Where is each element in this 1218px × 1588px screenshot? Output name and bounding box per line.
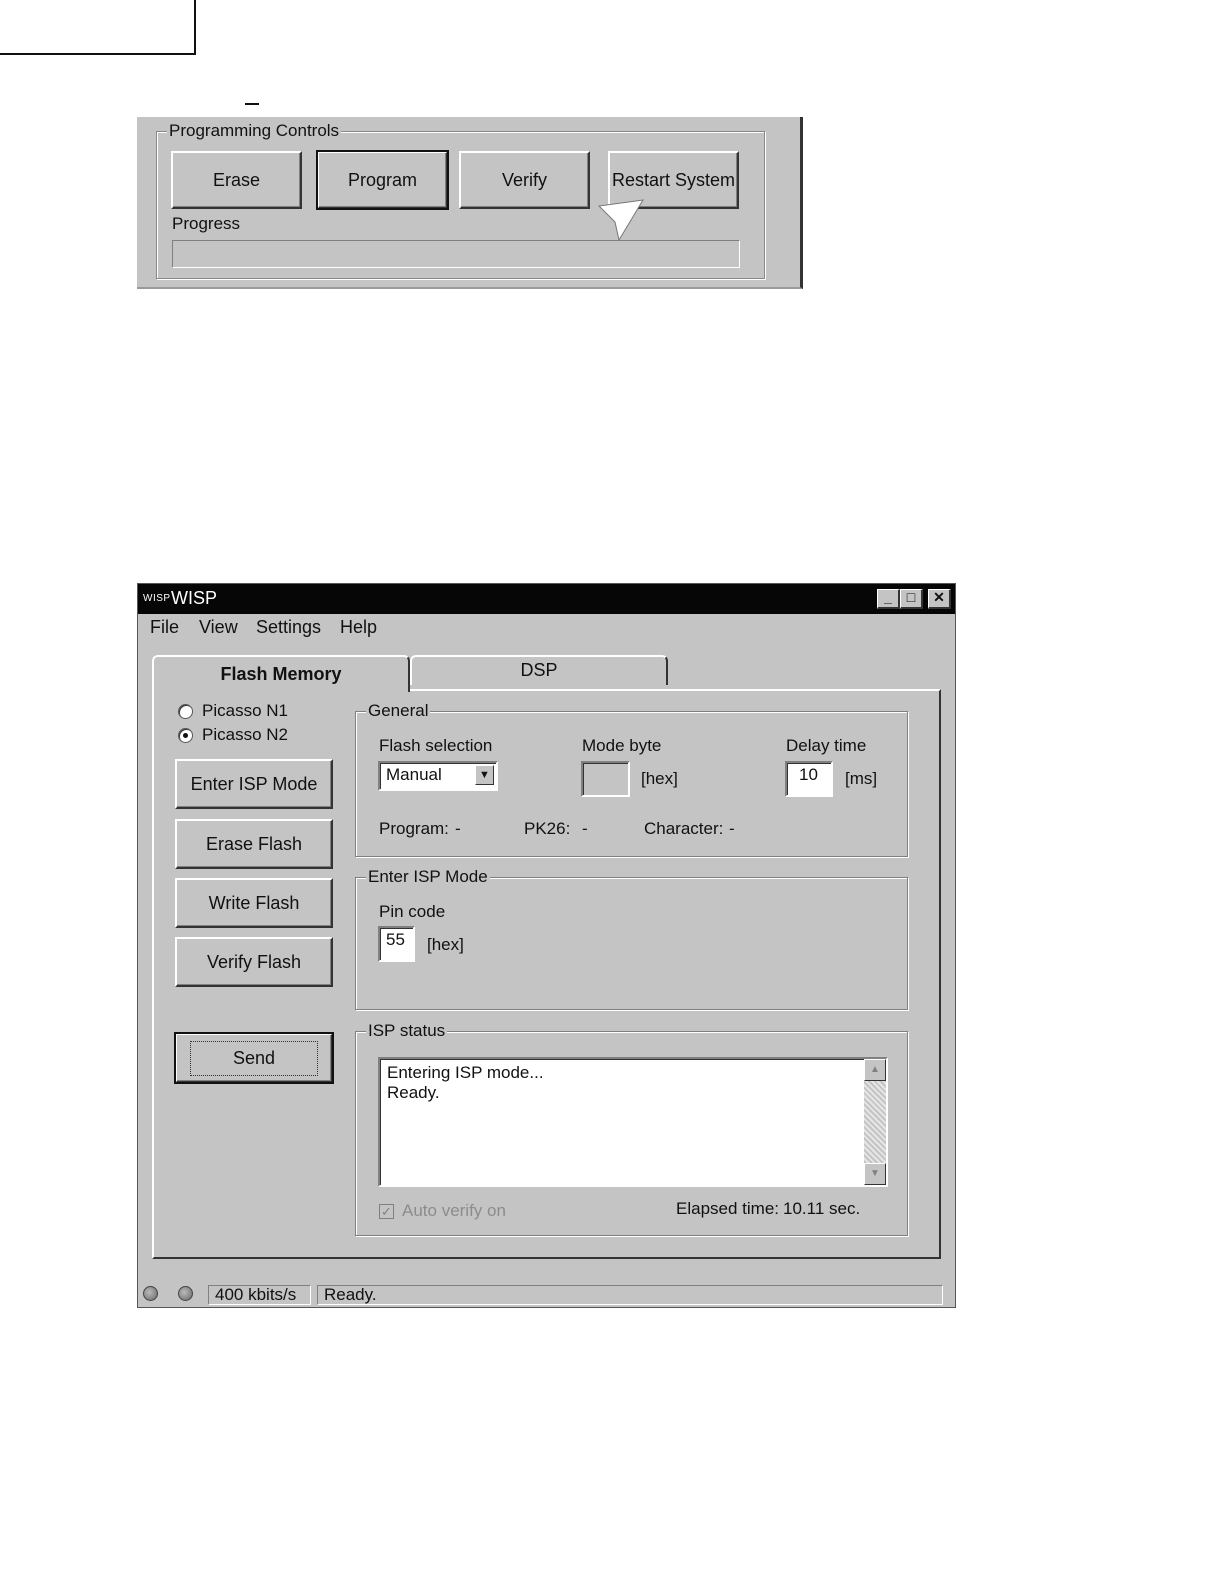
general-label: General	[366, 701, 431, 721]
status-speed: 400 kbits/s	[208, 1285, 311, 1305]
write-flash-button[interactable]: Write Flash	[175, 878, 333, 928]
isp-status-label: ISP status	[366, 1021, 448, 1041]
pk26-value: -	[582, 819, 588, 838]
erase-flash-button[interactable]: Erase Flash	[175, 819, 333, 869]
send-button-label: Send	[189, 1040, 319, 1076]
mode-byte-unit: [hex]	[641, 769, 678, 788]
pin-code-unit: [hex]	[427, 935, 464, 954]
radio-picasso-n2[interactable]: Picasso N2	[178, 725, 288, 745]
mode-byte-label: Mode byte	[582, 736, 662, 755]
menu-bar: File View Settings Help	[138, 614, 955, 642]
close-icon[interactable]: ✕	[928, 589, 951, 609]
delay-time-field[interactable]: 10	[785, 761, 833, 797]
program-button[interactable]: Program	[316, 150, 449, 210]
pin-code-label: Pin code	[379, 902, 446, 921]
progress-bar	[172, 240, 740, 268]
auto-verify-checkbox[interactable]: ✓ Auto verify on	[379, 1201, 506, 1221]
radio-label: Picasso N2	[202, 725, 288, 744]
flash-selection-value: Manual	[386, 765, 442, 784]
checkmark-icon: ✓	[379, 1203, 394, 1219]
log-line: Ready.	[387, 1083, 440, 1102]
delay-time-label: Delay time	[786, 736, 867, 755]
log-scrollbar[interactable]: ▲ ▼	[864, 1059, 886, 1185]
delay-time-unit: [ms]	[845, 769, 878, 788]
menu-settings[interactable]: Settings	[256, 617, 321, 638]
activity-led-icon	[178, 1286, 193, 1301]
elapsed-time-value: 10.11 sec.	[783, 1199, 861, 1218]
menu-view[interactable]: View	[199, 617, 238, 638]
enter-isp-mode-label: Enter ISP Mode	[366, 867, 490, 887]
mode-byte-field[interactable]	[581, 761, 630, 797]
app-logo-icon: WISP	[143, 593, 171, 604]
flash-selection-label: Flash selection	[379, 736, 493, 755]
radio-picasso-n1[interactable]: Picasso N1	[178, 701, 288, 721]
radio-indicator	[178, 703, 193, 719]
menu-file[interactable]: File	[150, 617, 179, 638]
page-mark	[245, 103, 259, 105]
scroll-down-icon[interactable]: ▼	[864, 1163, 886, 1185]
programming-controls-label: Programming Controls	[167, 121, 342, 141]
mouse-cursor-icon	[597, 199, 644, 242]
minimize-icon[interactable]: _	[877, 589, 900, 609]
chevron-down-icon[interactable]: ▼	[475, 765, 494, 785]
radio-label: Picasso N1	[202, 701, 288, 720]
progress-label: Progress	[172, 214, 241, 233]
erase-button[interactable]: Erase	[171, 151, 302, 209]
title-bar[interactable]: WISP WISP _ □ ✕	[138, 584, 955, 614]
tab-dsp[interactable]: DSP	[410, 655, 668, 685]
tab-flash-memory[interactable]: Flash Memory	[152, 655, 410, 692]
wisp-window: WISP WISP _ □ ✕ File View Settings Help …	[137, 583, 956, 1308]
page-corner-box	[0, 0, 196, 55]
send-button[interactable]: Send	[174, 1032, 334, 1084]
pk26-label: PK26:	[524, 819, 571, 838]
radio-indicator-checked	[178, 727, 193, 743]
status-message: Ready.	[317, 1285, 943, 1305]
status-bar: 400 kbits/s Ready.	[138, 1283, 955, 1307]
program-label: Program:	[379, 819, 449, 838]
character-label: Character:	[644, 819, 724, 838]
character-value: -	[729, 819, 735, 838]
menu-help[interactable]: Help	[340, 617, 377, 638]
window-title: WISP	[171, 588, 218, 608]
verify-button[interactable]: Verify	[459, 151, 590, 209]
flash-selection-select[interactable]: Manual ▼	[378, 761, 498, 791]
pin-code-field[interactable]: 55	[378, 926, 415, 962]
programming-controls-panel: Programming Controls Erase Program Verif…	[137, 117, 803, 289]
log-line: Entering ISP mode...	[387, 1063, 544, 1082]
elapsed-time-label: Elapsed time:	[676, 1199, 779, 1218]
maximize-icon[interactable]: □	[900, 589, 923, 609]
verify-flash-button[interactable]: Verify Flash	[175, 937, 333, 987]
scroll-up-icon[interactable]: ▲	[864, 1059, 886, 1081]
connection-led-icon	[143, 1286, 158, 1301]
program-value: -	[455, 819, 461, 838]
auto-verify-label: Auto verify on	[402, 1201, 506, 1220]
isp-status-log[interactable]: Entering ISP mode... Ready. ▲ ▼	[378, 1057, 888, 1187]
enter-isp-mode-button[interactable]: Enter ISP Mode	[175, 759, 333, 809]
